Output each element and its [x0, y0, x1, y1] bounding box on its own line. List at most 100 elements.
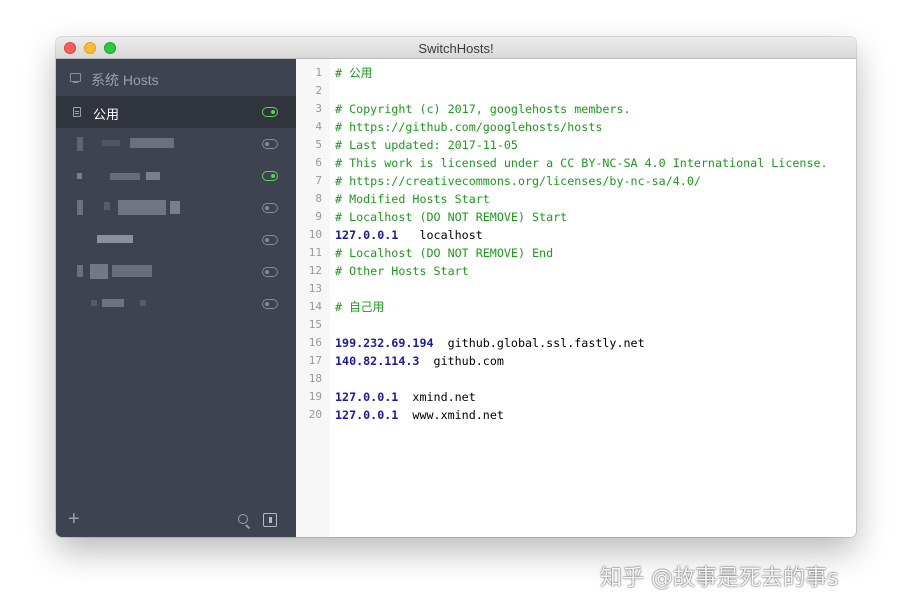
line-number: 10 [308, 228, 322, 241]
code-line[interactable]: 20 127.0.0.1 www.xmind.net [296, 406, 856, 424]
code-line[interactable]: 16 199.232.69.194 github.global.ssl.fastl… [296, 334, 856, 352]
redacted-label [104, 202, 110, 210]
line-content: # https://creativecommons.org/licenses/b… [335, 174, 701, 188]
line-content: 127.0.0.1 www.xmind.net [335, 406, 504, 424]
redacted-label [118, 200, 166, 215]
code-line[interactable]: 7 # https://creativecommons.org/licenses/… [296, 172, 856, 190]
code-line[interactable]: 11 # Localhost (DO NOT REMOVE) End [296, 244, 856, 262]
code-line[interactable]: 19 127.0.0.1 xmind.net [296, 388, 856, 406]
sidebar-item-redacted[interactable] [56, 160, 296, 192]
line-number: 16 [308, 336, 322, 349]
line-content: # This work is licensed under a CC BY-NC… [335, 156, 828, 170]
line-content: # Other Hosts Start [335, 264, 469, 278]
sidebar: 系统 Hosts 公用 + [56, 59, 296, 537]
add-button[interactable]: + [68, 509, 80, 529]
hostname: github.global.ssl.fastly.net [433, 336, 645, 350]
line-number: 4 [315, 120, 322, 133]
line-number: 2 [315, 84, 322, 97]
sidebar-item-redacted[interactable] [56, 224, 296, 256]
enable-toggle[interactable] [262, 235, 278, 245]
sidebar-item-redacted[interactable] [56, 256, 296, 288]
line-content: # 自己用 [335, 300, 385, 314]
line-number: 3 [315, 102, 322, 115]
redacted-label [77, 173, 82, 179]
enable-toggle[interactable] [262, 267, 278, 277]
line-number: 15 [308, 318, 322, 331]
line-number: 18 [308, 372, 322, 385]
redacted-label [102, 299, 124, 307]
sidebar-item-redacted[interactable] [56, 128, 296, 160]
redacted-label [102, 140, 120, 146]
redacted-label [77, 137, 83, 151]
line-content: # Localhost (DO NOT REMOVE) Start [335, 210, 568, 224]
line-content: # 公用 [335, 66, 373, 80]
sidebar-item-redacted[interactable] [56, 192, 296, 224]
code-line[interactable]: 2 [296, 82, 856, 100]
hostname: github.com [419, 354, 504, 368]
line-number: 9 [315, 210, 322, 223]
code-line[interactable]: 4 # https://github.com/googlehosts/hosts [296, 118, 856, 136]
line-number: 6 [315, 156, 322, 169]
redacted-label [91, 300, 97, 306]
code-line[interactable]: 5 # Last updated: 2017-11-05 [296, 136, 856, 154]
redacted-label [130, 138, 174, 148]
line-number: 14 [308, 300, 322, 313]
redacted-label [146, 172, 160, 180]
watermark: 知乎 @故事是死去的事s [600, 566, 839, 591]
code-line[interactable]: 13 [296, 280, 856, 298]
code-line[interactable]: 10 127.0.0.1 localhost [296, 226, 856, 244]
document-icon [73, 107, 81, 117]
redacted-label [77, 200, 83, 215]
code-line[interactable]: 9 # Localhost (DO NOT REMOVE) Start [296, 208, 856, 226]
code-line[interactable]: 1 # 公用 [296, 64, 856, 82]
ip-address: 127.0.0.1 [335, 408, 399, 422]
line-content: # Copyright (c) 2017, googlehosts member… [335, 102, 631, 116]
enable-toggle[interactable] [262, 299, 278, 309]
line-content: 127.0.0.1 localhost [335, 226, 483, 244]
sidebar-item-label: 公用 [93, 107, 120, 122]
window-title: SwitchHosts! [418, 41, 494, 56]
code-line[interactable]: 18 [296, 370, 856, 388]
line-number: 20 [308, 408, 322, 421]
code-line[interactable]: 3 # Copyright (c) 2017, googlehosts membe… [296, 100, 856, 118]
sidebar-title: 系统 Hosts [91, 72, 159, 88]
monitor-icon [70, 73, 81, 83]
ip-address: 199.232.69.194 [335, 336, 434, 350]
code-line[interactable]: 15 [296, 316, 856, 334]
settings-icon[interactable] [263, 513, 277, 527]
sidebar-item-public[interactable]: 公用 [56, 96, 296, 128]
redacted-label [97, 235, 133, 243]
line-content: # Last updated: 2017-11-05 [335, 138, 518, 152]
search-icon[interactable] [236, 513, 252, 529]
enable-toggle[interactable] [262, 171, 278, 181]
hosts-editor[interactable]: 1 # 公用 2 3 # Copyright (c) 2017, googlehosts… [296, 59, 856, 537]
enable-toggle[interactable] [262, 139, 278, 149]
redacted-label [170, 201, 180, 214]
line-number: 11 [308, 246, 322, 259]
code-line[interactable]: 14 # 自己用 [296, 298, 856, 316]
code-line[interactable]: 17 140.82.114.3 github.com [296, 352, 856, 370]
ip-address: 140.82.114.3 [335, 354, 420, 368]
sidebar-item-system-hosts[interactable]: 系统 Hosts [56, 59, 296, 96]
line-number: 7 [315, 174, 322, 187]
line-content: 140.82.114.3 github.com [335, 352, 504, 370]
redacted-label [112, 265, 152, 277]
redacted-label [140, 300, 146, 306]
line-content: 199.232.69.194 github.global.ssl.fastly.… [335, 334, 645, 352]
code-line[interactable]: 12 # Other Hosts Start [296, 262, 856, 280]
line-number: 8 [315, 192, 322, 205]
redacted-label [77, 265, 83, 277]
enable-toggle[interactable] [262, 203, 278, 213]
hostname: xmind.net [398, 390, 476, 404]
line-number: 19 [308, 390, 322, 403]
line-number: 5 [315, 138, 322, 151]
sidebar-item-redacted[interactable] [56, 288, 296, 320]
code-line[interactable]: 8 # Modified Hosts Start [296, 190, 856, 208]
title-bar[interactable]: SwitchHosts! [56, 37, 856, 59]
app-window: SwitchHosts! 系统 Hosts 公用 + 1 # 公用 2 3 # … [56, 37, 856, 537]
hostname: www.xmind.net [398, 408, 504, 422]
line-content: 127.0.0.1 xmind.net [335, 388, 476, 406]
enable-toggle[interactable] [262, 107, 278, 117]
hostname: localhost [398, 228, 483, 242]
code-line[interactable]: 6 # This work is licensed under a CC BY-N… [296, 154, 856, 172]
